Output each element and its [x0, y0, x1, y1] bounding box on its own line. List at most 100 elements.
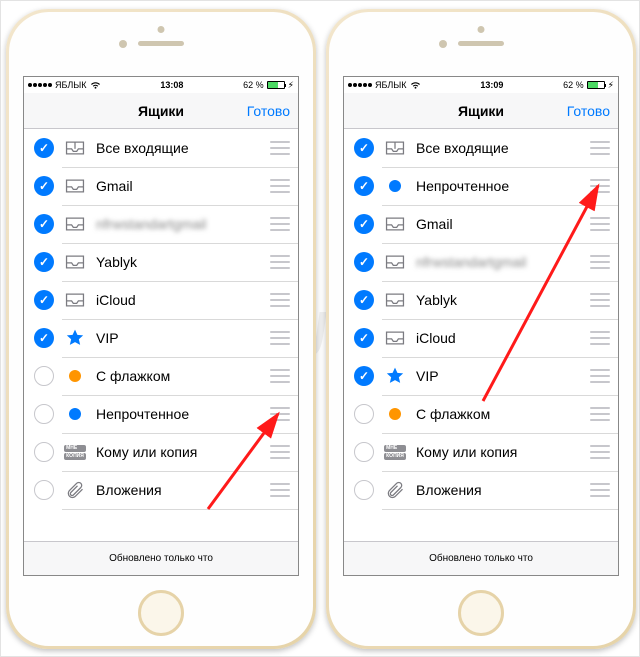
drag-handle-icon[interactable]	[590, 293, 610, 307]
checkbox[interactable]	[34, 366, 54, 386]
drag-handle-icon[interactable]	[590, 217, 610, 231]
mailbox-label: iCloud	[416, 330, 590, 346]
checkbox[interactable]: ✓	[354, 214, 374, 234]
mailbox-row[interactable]: ✓ Yablyk	[344, 281, 618, 319]
drag-handle-icon[interactable]	[270, 483, 290, 497]
unread-icon	[384, 175, 406, 197]
mailbox-label: nfrwstandartgmail	[96, 216, 270, 232]
mailbox-row[interactable]: Вложения	[24, 471, 298, 509]
tray-icon	[384, 289, 406, 311]
screen: ЯБЛЫК 13:08 62 % ⚡︎ Ящики Готово	[23, 76, 299, 576]
checkbox[interactable]: ✓	[34, 214, 54, 234]
checkmark-icon: ✓	[39, 179, 49, 193]
signal-dots-icon	[28, 83, 52, 87]
comparison-stage: блык ЯБЛЫК 13:08	[0, 0, 640, 657]
mailbox-row[interactable]: ✓ iCloud	[24, 281, 298, 319]
toolbar: Обновлено только что	[24, 541, 298, 575]
drag-handle-icon[interactable]	[590, 445, 610, 459]
drag-handle-icon[interactable]	[270, 369, 290, 383]
battery-icon	[587, 81, 605, 89]
drag-handle-icon[interactable]	[270, 217, 290, 231]
checkbox[interactable]	[34, 480, 54, 500]
mailbox-label: С флажком	[96, 368, 270, 384]
mailbox-label: Gmail	[96, 178, 270, 194]
drag-handle-icon[interactable]	[270, 141, 290, 155]
checkbox[interactable]	[34, 404, 54, 424]
checkmark-icon: ✓	[39, 331, 49, 345]
mailbox-row[interactable]: МНЕ КОПИЯ Кому или копия	[24, 433, 298, 471]
drag-handle-icon[interactable]	[590, 141, 610, 155]
battery-pct: 62 %	[243, 80, 264, 90]
drag-handle-icon[interactable]	[590, 331, 610, 345]
mailbox-row[interactable]: Непрочтенное	[24, 395, 298, 433]
tray-icon	[384, 213, 406, 235]
mailbox-row[interactable]: ✓ Gmail	[344, 205, 618, 243]
clip-icon	[384, 479, 406, 501]
mailbox-row[interactable]: ✓ Yablyk	[24, 243, 298, 281]
mailbox-row[interactable]: ✓ iCloud	[344, 319, 618, 357]
checkbox[interactable]	[34, 442, 54, 462]
checkmark-icon: ✓	[359, 369, 369, 383]
checkbox[interactable]: ✓	[354, 366, 374, 386]
mailbox-label: VIP	[96, 330, 270, 346]
wifi-icon	[410, 81, 421, 90]
home-button[interactable]	[138, 590, 184, 636]
charging-icon: ⚡︎	[288, 80, 294, 91]
drag-handle-icon[interactable]	[270, 331, 290, 345]
checkbox[interactable]: ✓	[34, 138, 54, 158]
mailbox-row[interactable]: ✓ nfrwstandartgmail	[344, 243, 618, 281]
mailbox-row[interactable]: ✓ Gmail	[24, 167, 298, 205]
drag-handle-icon[interactable]	[270, 255, 290, 269]
checkbox[interactable]: ✓	[354, 138, 374, 158]
checkbox[interactable]: ✓	[34, 252, 54, 272]
mailbox-row[interactable]: Вложения	[344, 471, 618, 509]
checkbox[interactable]: ✓	[34, 176, 54, 196]
drag-handle-icon[interactable]	[270, 407, 290, 421]
unread-dot-icon	[69, 408, 81, 420]
drag-handle-icon[interactable]	[270, 445, 290, 459]
tocc-icon: МНЕ КОПИЯ	[384, 441, 406, 463]
mailbox-row[interactable]: ✓ Непрочтенное	[344, 167, 618, 205]
mailbox-row[interactable]: С флажком	[24, 357, 298, 395]
mailbox-row[interactable]: ✓ Все входящие	[24, 129, 298, 167]
drag-handle-icon[interactable]	[590, 255, 610, 269]
checkbox[interactable]	[354, 442, 374, 462]
mailbox-row[interactable]: ✓ VIP	[344, 357, 618, 395]
mailbox-label: Все входящие	[416, 140, 590, 156]
checkbox[interactable]: ✓	[34, 328, 54, 348]
drag-handle-icon[interactable]	[590, 407, 610, 421]
checkbox[interactable]: ✓	[34, 290, 54, 310]
checkbox[interactable]: ✓	[354, 176, 374, 196]
mailbox-row[interactable]: МНЕ КОПИЯ Кому или копия	[344, 433, 618, 471]
checkbox[interactable]	[354, 480, 374, 500]
checkbox[interactable]	[354, 404, 374, 424]
checkmark-icon: ✓	[39, 141, 49, 155]
mailbox-label: iCloud	[96, 292, 270, 308]
checkbox[interactable]: ✓	[354, 252, 374, 272]
drag-handle-icon[interactable]	[270, 293, 290, 307]
checkbox[interactable]: ✓	[354, 328, 374, 348]
carrier-label: ЯБЛЫК	[55, 80, 87, 90]
nav-title: Ящики	[458, 103, 504, 119]
mailbox-label: Yablyk	[416, 292, 590, 308]
phone-frame: ЯБЛЫК 13:09 62 % ⚡︎ Ящики Готово	[326, 9, 636, 649]
checkmark-icon: ✓	[39, 293, 49, 307]
done-button[interactable]: Готово	[247, 103, 290, 119]
drag-handle-icon[interactable]	[590, 369, 610, 383]
charging-icon: ⚡︎	[608, 80, 614, 91]
home-button[interactable]	[458, 590, 504, 636]
mailbox-row[interactable]: С флажком	[344, 395, 618, 433]
unread-dot-icon	[389, 180, 401, 192]
drag-handle-icon[interactable]	[270, 179, 290, 193]
battery-pct: 62 %	[563, 80, 584, 90]
mailbox-label: Кому или копия	[416, 444, 590, 460]
checkbox[interactable]: ✓	[354, 290, 374, 310]
drag-handle-icon[interactable]	[590, 179, 610, 193]
mailbox-row[interactable]: ✓ Все входящие	[344, 129, 618, 167]
done-button[interactable]: Готово	[567, 103, 610, 119]
mailbox-row[interactable]: ✓ VIP	[24, 319, 298, 357]
mailbox-row[interactable]: ✓ nfrwstandartgmail	[24, 205, 298, 243]
status-bar: ЯБЛЫК 13:09 62 % ⚡︎	[344, 77, 618, 93]
mailbox-list: ✓ Все входящие ✓ Gmail ✓ nfrwstandartgma…	[24, 129, 298, 509]
drag-handle-icon[interactable]	[590, 483, 610, 497]
